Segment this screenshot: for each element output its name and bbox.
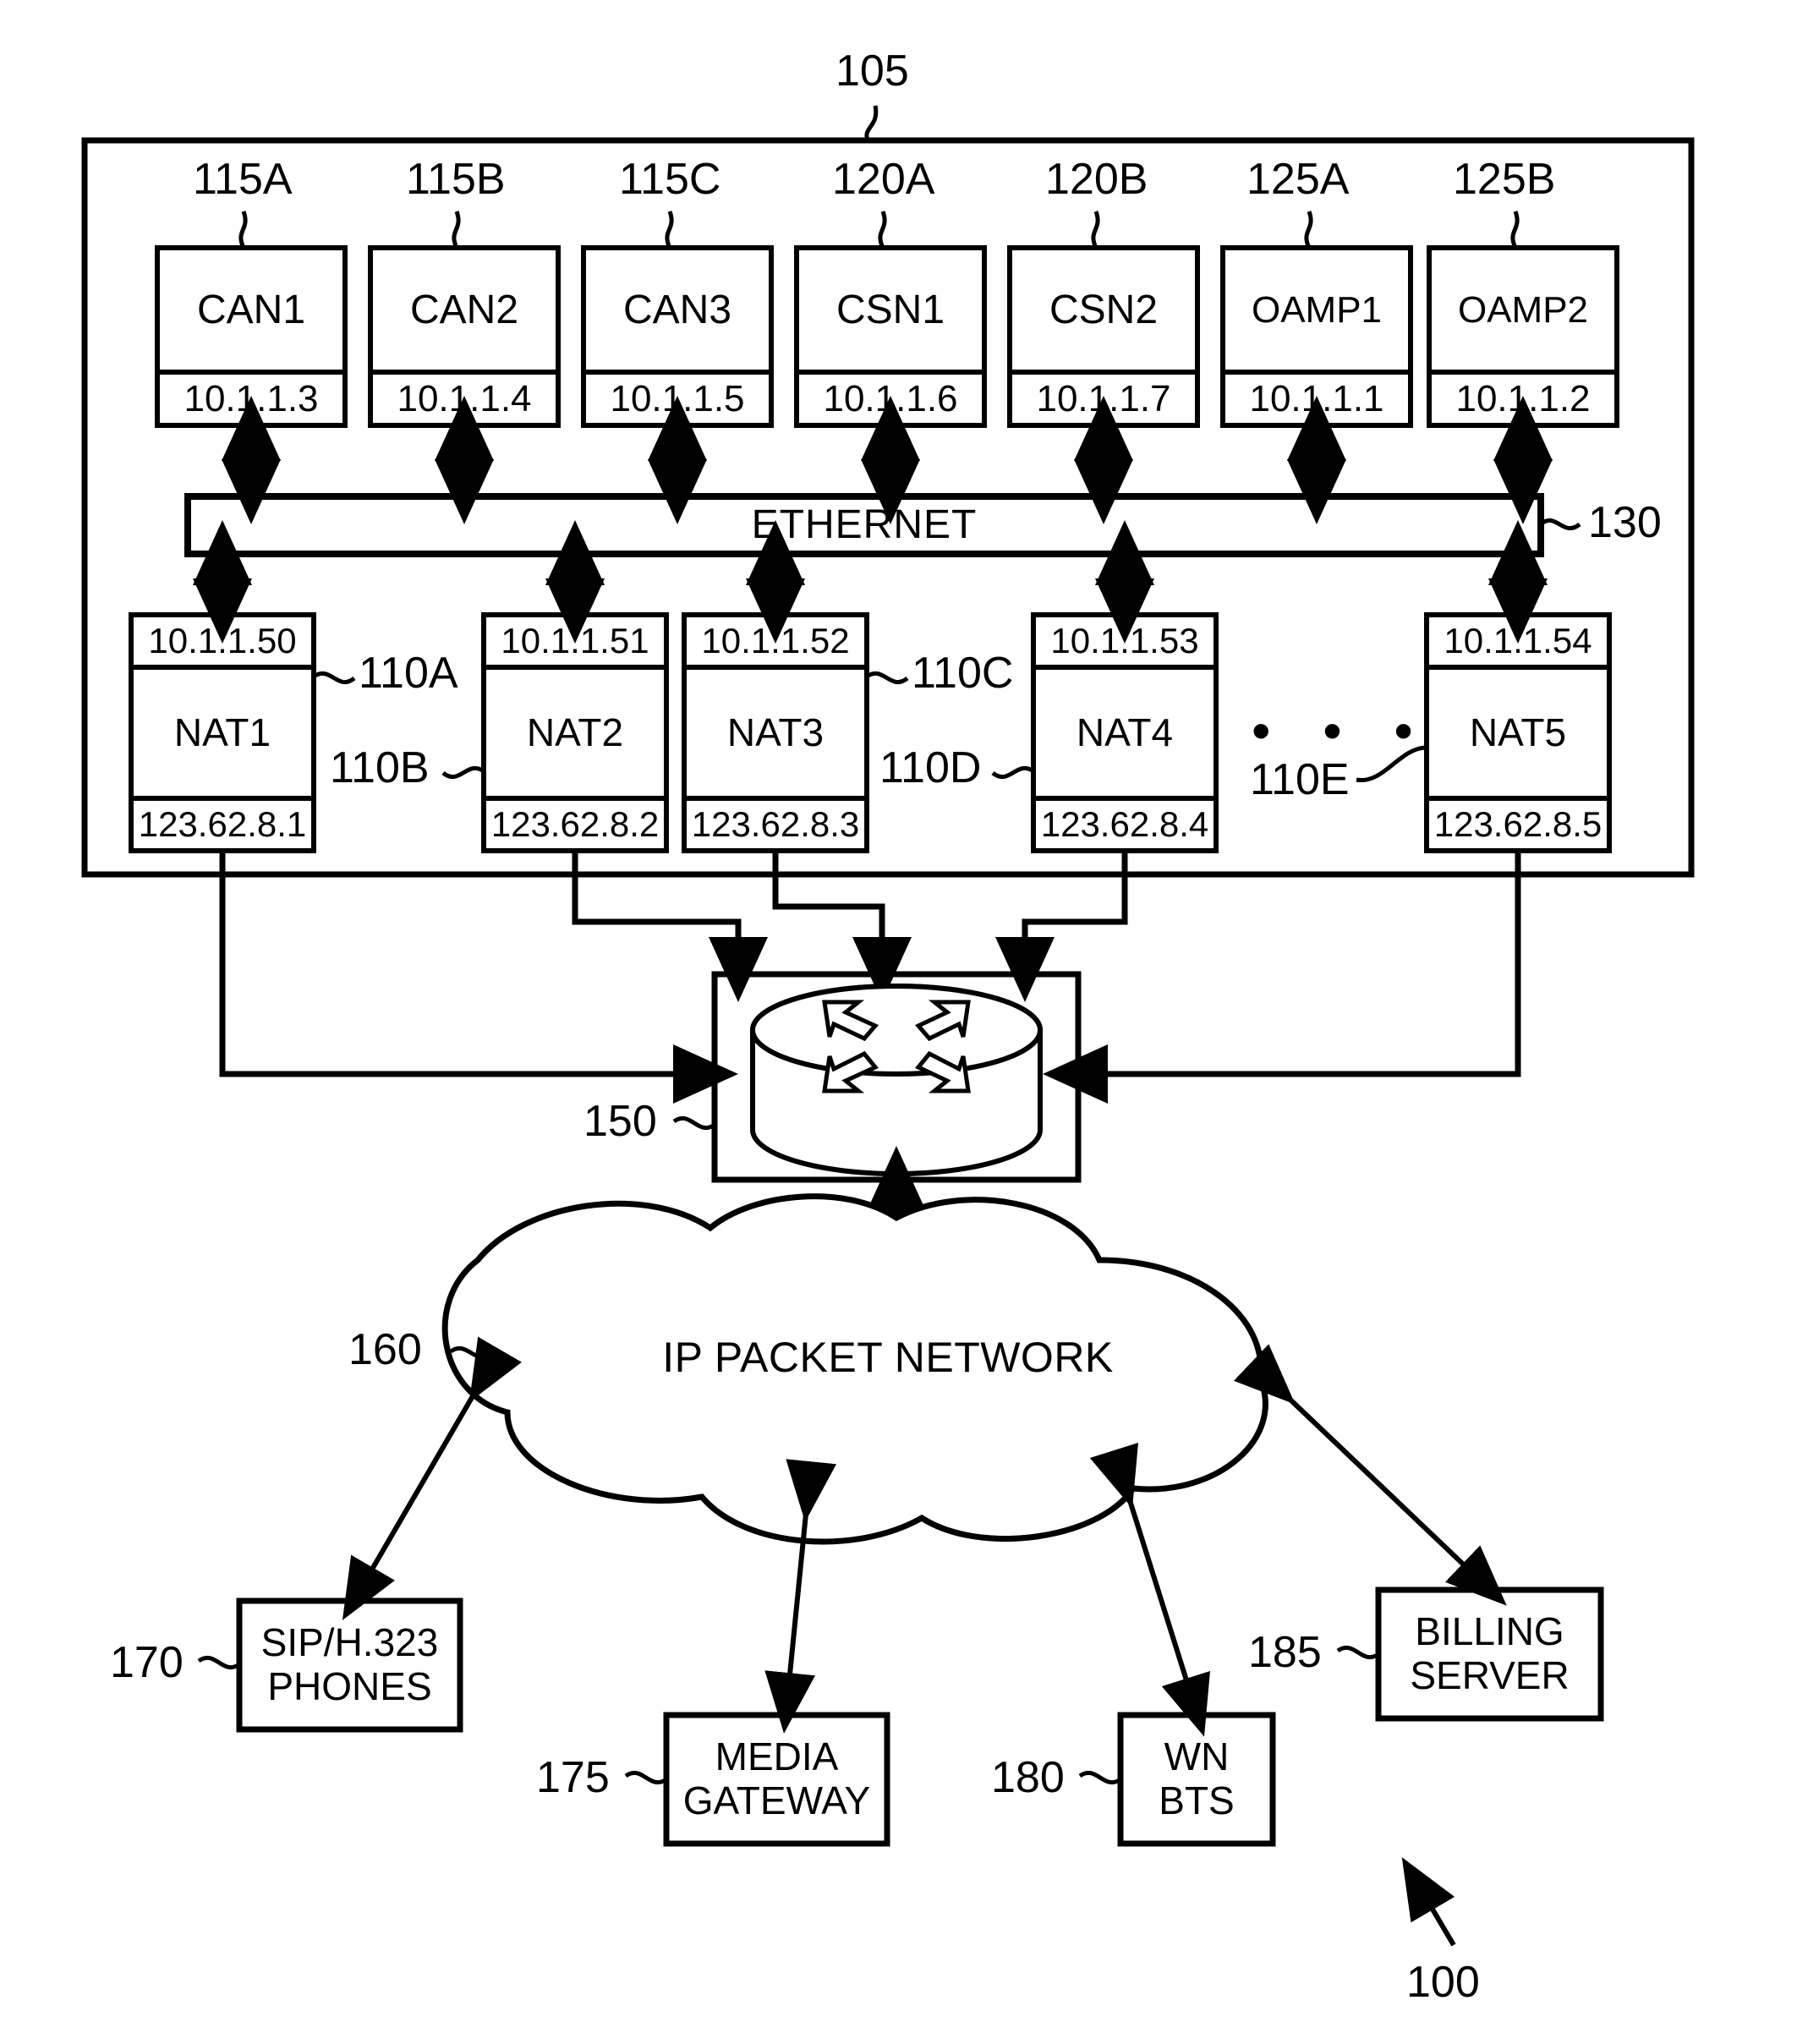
ref-label-110A: 110A — [359, 649, 458, 698]
patent-figure: 100 105 130 150 160 115A 115B 115C 120A … — [0, 0, 1797, 2044]
nat-public-ip-4: 123.62.8.4 — [1040, 804, 1209, 845]
ref-label-115B: 115B — [406, 155, 506, 204]
leaf-label-phones: SIP/H.323 PHONES — [260, 1620, 439, 1708]
nat-public-ip-5: 123.62.8.5 — [1433, 804, 1603, 845]
nat-private-ip-5: 10.1.1.54 — [1444, 621, 1592, 661]
node-name-can2: CAN2 — [409, 287, 519, 332]
leader-110D — [991, 765, 1035, 780]
leader-125B — [1510, 211, 1520, 249]
node-ip-can2: 10.1.1.4 — [397, 377, 532, 419]
node-ip-csn1: 10.1.1.6 — [823, 377, 958, 419]
leader-105 — [864, 105, 879, 141]
ref-label-110B: 110B — [330, 743, 430, 792]
leader-110A — [312, 671, 356, 685]
ref-label-115A: 115A — [193, 155, 293, 204]
ref-label-115C: 115C — [619, 155, 721, 204]
nat-private-ip-4: 10.1.1.53 — [1050, 621, 1199, 661]
leader-170 — [197, 1655, 241, 1670]
leader-180 — [1078, 1770, 1122, 1785]
ref-label-120A: 120A — [832, 155, 935, 204]
ref-label-160: 160 — [348, 1325, 422, 1374]
path-nat4-router — [995, 851, 1128, 1002]
ref-label-105: 105 — [835, 47, 909, 96]
leader-120A — [878, 211, 887, 249]
leaf-label-media-gateway: MEDIA GATEWAY — [682, 1734, 871, 1822]
leader-115B — [452, 211, 461, 249]
nat-name-3: NAT3 — [726, 710, 825, 754]
leader-120B — [1091, 211, 1100, 249]
ethernet-label: ETHERNET — [751, 502, 978, 548]
leader-110B — [441, 765, 485, 780]
node-ip-can1: 10.1.1.3 — [184, 377, 319, 419]
ref-label-110D: 110D — [879, 743, 982, 792]
ref-label-110C: 110C — [912, 649, 1014, 698]
node-name-csn2: CSN2 — [1049, 287, 1159, 332]
ref-label-110E: 110E — [1250, 755, 1350, 804]
ref-label-100: 100 — [1406, 1958, 1480, 2007]
node-ip-oamp1: 10.1.1.1 — [1249, 377, 1384, 419]
nat-public-ip-3: 123.62.8.3 — [691, 804, 860, 845]
ref-label-130: 130 — [1588, 498, 1662, 547]
router-cylinder-top — [750, 984, 1043, 1077]
nat-private-ip-1: 10.1.1.50 — [148, 621, 297, 661]
leader-185 — [1336, 1645, 1380, 1660]
leader-125A — [1304, 211, 1313, 249]
cloud-label: IP PACKET NETWORK — [662, 1334, 1114, 1381]
ref-label-185: 185 — [1248, 1628, 1322, 1677]
node-name-oamp1: OAMP1 — [1251, 288, 1383, 331]
leader-130 — [1539, 518, 1581, 531]
node-ip-can3: 10.1.1.5 — [610, 377, 745, 419]
ref-label-125A: 125A — [1246, 155, 1350, 204]
node-ip-oamp2: 10.1.1.2 — [1455, 377, 1591, 419]
nat-private-ip-2: 10.1.1.51 — [501, 621, 649, 661]
nat-private-ip-3: 10.1.1.52 — [701, 621, 850, 661]
node-name-oamp2: OAMP2 — [1457, 288, 1589, 331]
leader-115A — [238, 211, 248, 249]
node-name-csn1: CSN1 — [835, 287, 945, 332]
link-cloud-wn-bts — [1089, 1442, 1211, 1737]
leader-115C — [665, 211, 674, 249]
node-ip-csn2: 10.1.1.7 — [1036, 377, 1171, 419]
leaf-label-billing-server: BILLING SERVER — [1410, 1609, 1570, 1697]
link-cloud-phones — [342, 1336, 523, 1620]
ref-label-175: 175 — [536, 1753, 610, 1802]
leaf-label-wn-bts: WN BTS — [1159, 1734, 1235, 1822]
link-cloud-billing-server — [1233, 1344, 1507, 1606]
ref-label-170: 170 — [110, 1638, 184, 1687]
nat-name-4: NAT4 — [1076, 710, 1174, 754]
nat-name-2: NAT2 — [526, 710, 624, 754]
path-nat2-router — [572, 851, 768, 1002]
nat-name-1: NAT1 — [173, 710, 271, 754]
node-name-can3: CAN3 — [622, 287, 732, 332]
leader-175 — [624, 1770, 668, 1785]
leader-100 — [1401, 1857, 1456, 1947]
nat-continuation-dots: • • • — [1252, 700, 1432, 761]
ref-label-180: 180 — [991, 1753, 1065, 1802]
path-nat1-router — [219, 851, 738, 1104]
path-nat3-router — [772, 851, 912, 1002]
nat-name-5: NAT5 — [1469, 710, 1567, 754]
leader-110C — [865, 671, 909, 685]
ref-label-150: 150 — [583, 1097, 657, 1146]
path-nat5-router — [1043, 851, 1521, 1104]
ref-label-125B: 125B — [1453, 155, 1556, 204]
node-name-can1: CAN1 — [196, 287, 306, 332]
ref-label-120B: 120B — [1045, 155, 1148, 204]
nat-public-ip-1: 123.62.8.1 — [138, 804, 307, 845]
leader-150 — [672, 1115, 716, 1131]
nat-public-ip-2: 123.62.8.2 — [490, 804, 660, 845]
